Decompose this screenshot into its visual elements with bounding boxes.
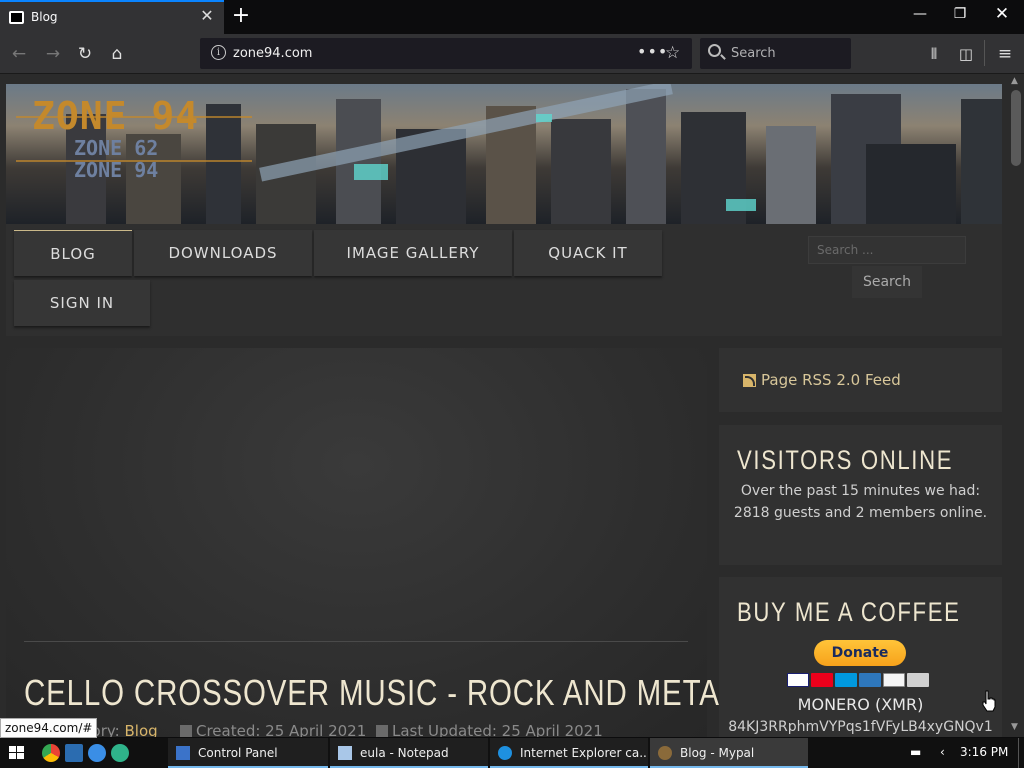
status-link-tooltip: zone94.com/#: [0, 718, 98, 738]
bank-card-icon: [907, 673, 929, 687]
close-window-button[interactable]: ✕: [982, 0, 1022, 30]
task-label: Internet Explorer ca...: [520, 746, 648, 760]
discover-card-icon: [883, 673, 905, 687]
edge-icon[interactable]: [111, 744, 129, 762]
close-tab-icon[interactable]: ✕: [198, 7, 216, 25]
buy-me-a-coffee-panel: BUY ME A COFFEE Donate MONERO (XMR) 84KJ…: [719, 577, 1002, 737]
address-bar[interactable]: i zone94.com ••• ☆: [200, 38, 692, 69]
tab-strip: Blog ✕ + — ❐ ✕: [0, 0, 1024, 34]
scroll-up-icon[interactable]: ▲: [1011, 76, 1018, 86]
minimize-window-button[interactable]: —: [900, 0, 940, 30]
article-updated-text: Last Updated: 25 April 2021: [392, 722, 603, 737]
show-hidden-icons-icon[interactable]: ‹: [940, 745, 945, 759]
scroll-down-icon[interactable]: ▼: [1011, 722, 1018, 732]
paypal-donate-button[interactable]: Donate: [814, 640, 906, 666]
tab-title: Blog: [31, 10, 58, 24]
logo-main-text: ZONE 94: [32, 94, 200, 138]
windows-logo-icon: [9, 746, 25, 760]
hand-cursor-icon: [982, 690, 996, 712]
site-logo[interactable]: ZONE 94 ZONE 62 ZONE 94: [16, 94, 256, 182]
site-search-input[interactable]: Search ...: [808, 236, 966, 264]
maestro-card-icon: [835, 673, 857, 687]
home-icon[interactable]: ⌂: [104, 41, 130, 67]
article-title[interactable]: CELLO CROSSOVER MUSIC - ROCK AND METAL: [24, 672, 737, 714]
site-banner[interactable]: ZONE 94 ZONE 62 ZONE 94: [6, 84, 1002, 224]
menu-item-image-gallery[interactable]: IMAGE GALLERY: [314, 230, 512, 276]
sidebar-icon[interactable]: ◫: [954, 42, 978, 66]
chrome-icon[interactable]: [42, 744, 60, 762]
calendar-icon: [376, 725, 388, 737]
control-panel-icon: [176, 746, 190, 760]
internet-explorer-pinned-icon[interactable]: [88, 744, 106, 762]
scrollbar-thumb[interactable]: [1011, 90, 1021, 166]
banner-hologram: [726, 199, 756, 211]
menu-item-quack-it[interactable]: QUACK IT: [514, 230, 662, 276]
visitors-online-panel: VISITORS ONLINE Over the past 15 minutes…: [719, 425, 1002, 565]
page-actions-icon[interactable]: •••: [637, 42, 668, 61]
monero-label: MONERO (XMR): [797, 695, 924, 714]
clock[interactable]: 3:16 PM: [960, 745, 1008, 759]
task-label: eula - Notepad: [360, 746, 449, 760]
site-favicon-icon: [9, 11, 24, 24]
site-navigation: BLOG DOWNLOADS IMAGE GALLERY QUACK IT SI…: [6, 224, 1002, 336]
visitors-online-title: VISITORS ONLINE: [737, 445, 954, 475]
keyboard-icon[interactable]: ▬: [910, 745, 921, 759]
task-label: Blog - Mypal: [680, 746, 755, 760]
control-panel-pinned-icon[interactable]: [65, 744, 83, 762]
internet-explorer-icon: [498, 746, 512, 760]
buy-me-a-coffee-title: BUY ME A COFFEE: [737, 597, 961, 627]
rss-feed-icon: [743, 374, 756, 387]
notepad-icon: [338, 746, 352, 760]
site-info-icon[interactable]: i: [211, 45, 226, 60]
hamburger-menu-icon[interactable]: ≡: [993, 42, 1017, 66]
library-icon[interactable]: ⫴: [922, 42, 946, 66]
logo-sub-text: ZONE 94: [74, 158, 159, 182]
browser-search-input[interactable]: Search: [700, 38, 851, 69]
rss-feed-link[interactable]: Page RSS 2.0 Feed: [761, 371, 901, 389]
tab-blog[interactable]: Blog ✕: [0, 0, 224, 34]
taskbar-control-panel[interactable]: Control Panel: [168, 738, 328, 768]
calendar-icon: [180, 725, 192, 737]
article-created: Created: 25 April 2021: [180, 722, 366, 737]
page-scrollbar[interactable]: ▲ ▼: [1008, 74, 1024, 737]
logo-sub-text: ZONE 62: [74, 136, 159, 160]
task-label: Control Panel: [198, 746, 278, 760]
mastercard-icon: [811, 673, 833, 687]
taskbar-internet-explorer[interactable]: Internet Explorer ca...: [490, 738, 648, 768]
site-search-button[interactable]: Search: [852, 266, 922, 298]
banner-hologram: [354, 164, 388, 180]
reload-icon[interactable]: ↻: [72, 41, 98, 67]
search-icon: [708, 44, 721, 57]
new-tab-button[interactable]: +: [229, 3, 253, 29]
visa-card-icon: [787, 673, 809, 687]
amex-card-icon: [859, 673, 881, 687]
start-button[interactable]: [0, 738, 34, 768]
payment-cards: [787, 672, 931, 687]
taskbar-blog-mypal[interactable]: Blog - Mypal: [650, 738, 808, 768]
forward-arrow-icon[interactable]: →: [40, 41, 66, 67]
toolbar-divider: [984, 40, 985, 66]
restore-window-button[interactable]: ❐: [940, 0, 980, 30]
article-divider: [24, 641, 688, 642]
article-panel: CELLO CROSSOVER MUSIC - ROCK AND METAL g…: [6, 348, 736, 737]
article-category-link[interactable]: Blog: [125, 722, 158, 737]
windows-taskbar: Control Panel eula - Notepad Internet Ex…: [0, 738, 1024, 768]
url-text[interactable]: zone94.com: [233, 46, 312, 61]
menu-item-downloads[interactable]: DOWNLOADS: [134, 230, 312, 276]
monero-address[interactable]: 84KJ3RRphmVYPqs1fVFyLB4xyGNQv1: [719, 719, 1002, 735]
page-content: ZONE 94 ZONE 62 ZONE 94 BLOG DOWNLOADS I…: [0, 74, 1008, 737]
article-created-text: Created: 25 April 2021: [196, 722, 367, 737]
visitors-online-text: Over the past 15 minutes we had: 2818 gu…: [733, 483, 988, 521]
show-desktop-button[interactable]: [1018, 738, 1024, 768]
mypal-icon: [658, 746, 672, 760]
menu-item-blog[interactable]: BLOG: [14, 230, 132, 276]
rss-panel: Page RSS 2.0 Feed: [719, 348, 1002, 412]
bookmark-star-icon[interactable]: ☆: [665, 43, 680, 63]
navigation-toolbar: ← → ↻ ⌂ i zone94.com ••• ☆ Search ⫴ ◫ ≡: [0, 34, 1024, 74]
menu-item-sign-in[interactable]: SIGN IN: [14, 280, 150, 326]
browser-search-placeholder: Search: [731, 46, 776, 61]
article-updated: Last Updated: 25 April 2021: [376, 722, 603, 737]
back-arrow-icon[interactable]: ←: [6, 41, 32, 67]
taskbar-notepad[interactable]: eula - Notepad: [330, 738, 488, 768]
